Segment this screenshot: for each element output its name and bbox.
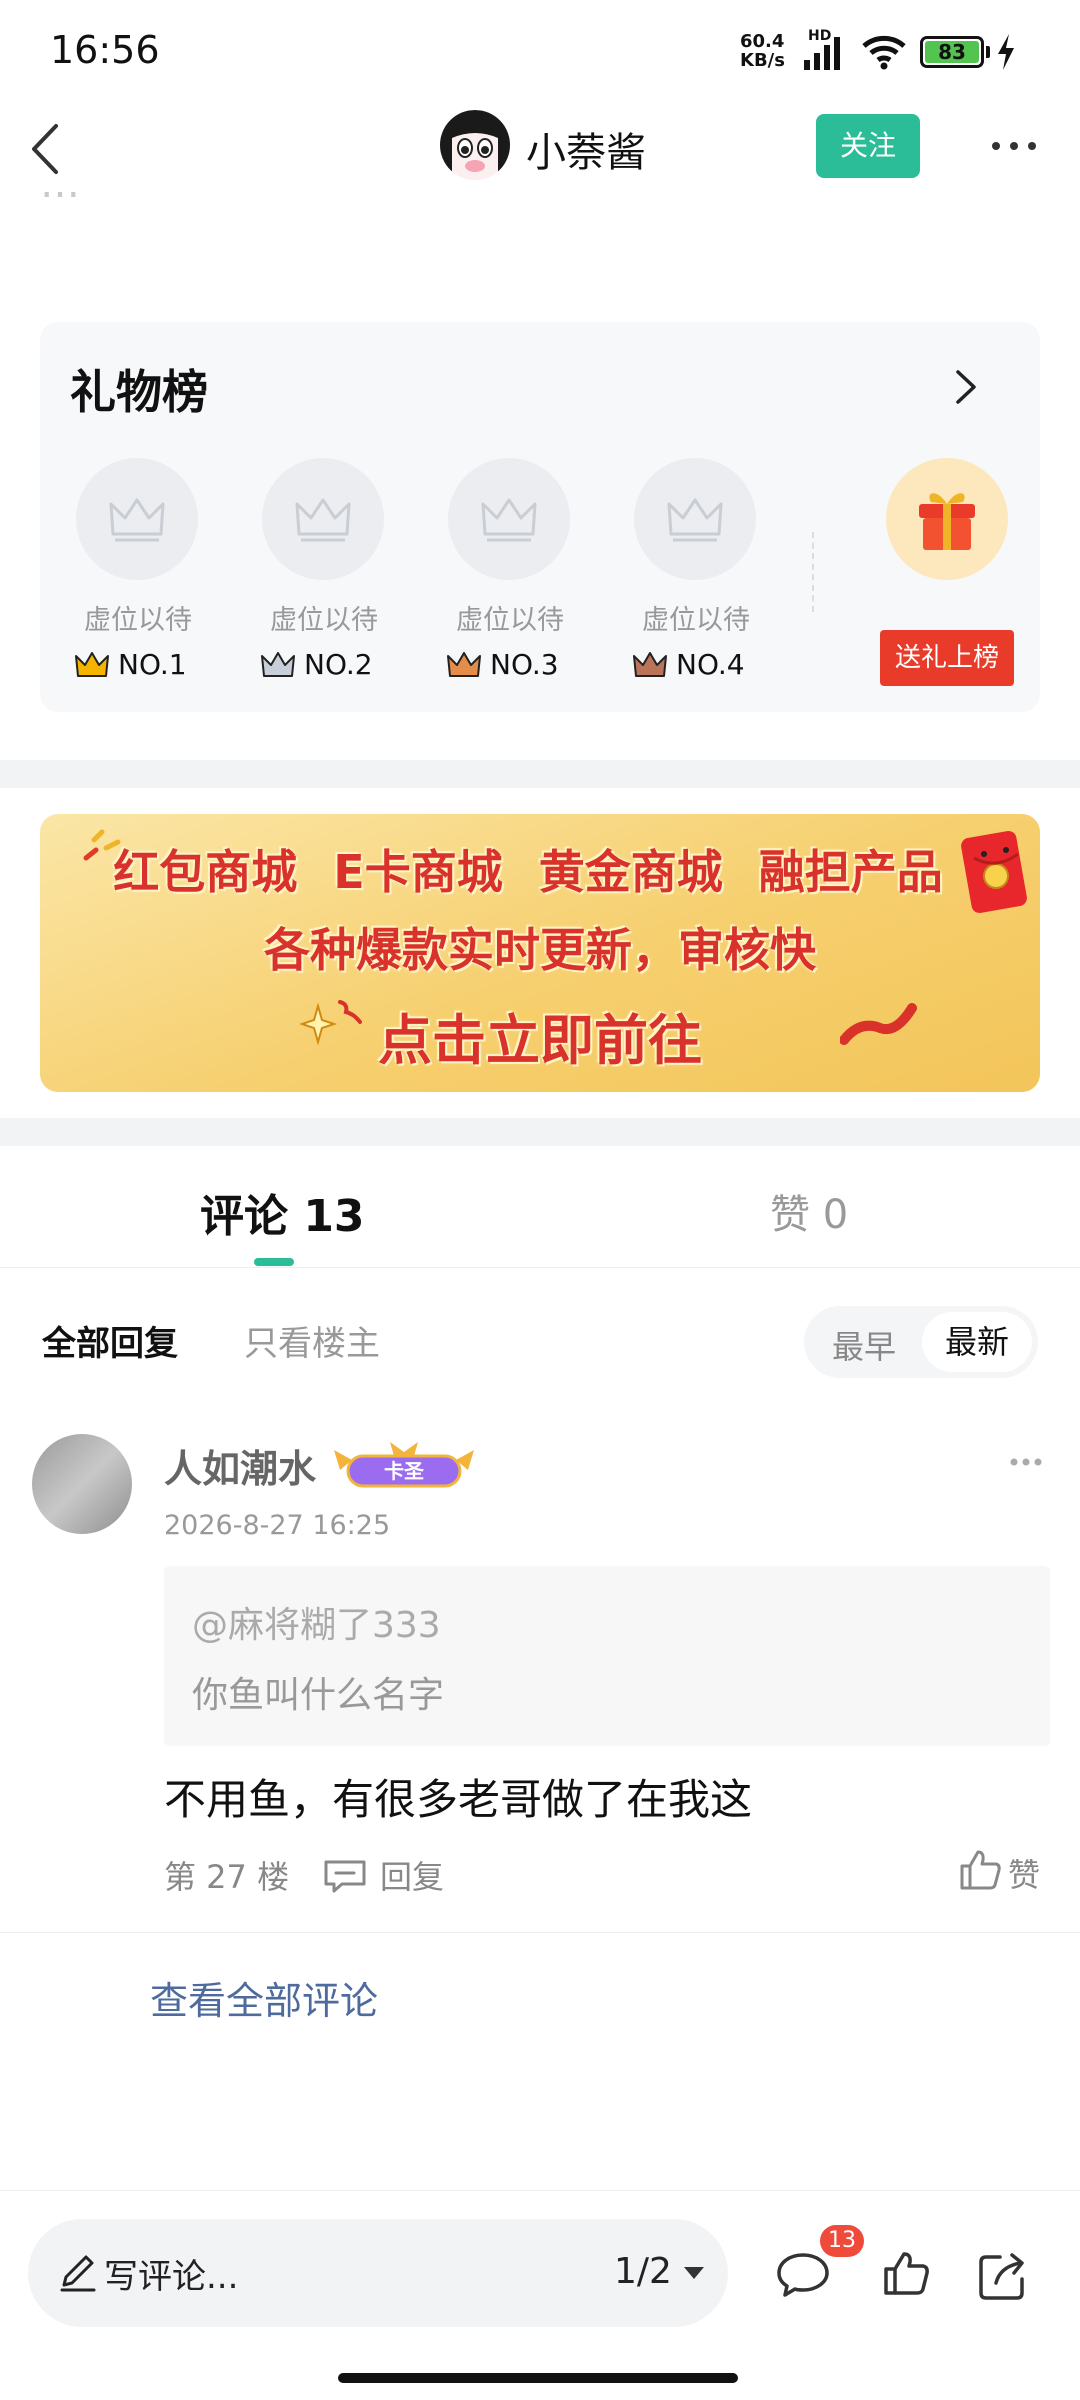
gift-board-title: 礼物榜 (70, 365, 208, 419)
empty-slot-circle (262, 458, 384, 580)
status-bar: 16:56 60.4 KB/s HD 83 (0, 0, 1080, 100)
gift-box-icon (919, 493, 975, 550)
comment-divider (0, 1932, 1080, 1933)
write-comment-input[interactable]: 写评论... 1/2 (28, 2219, 728, 2327)
wifi-icon (862, 35, 906, 70)
comment-count-badge: 13 (820, 2225, 864, 2257)
ribbon-icon (840, 1003, 917, 1045)
gift-slot-rank: NO.4 (632, 648, 782, 681)
battery-cap (986, 46, 990, 58)
sort-toggle: 最早 最新 (804, 1306, 1038, 1378)
more-icon[interactable] (984, 124, 1044, 168)
gift-slot-rank: NO.3 (446, 648, 596, 681)
home-indicator[interactable] (338, 2373, 738, 2383)
tab-comments[interactable]: 评论 13 (200, 1180, 365, 1244)
comment-floor: 第 27 楼 (164, 1858, 290, 1896)
user-badge-label: 卡圣 (384, 1459, 425, 1483)
comment-icon[interactable] (776, 2251, 830, 2299)
quoted-text: 你鱼叫什么名字 (192, 1675, 445, 1716)
crown-silver-icon (261, 652, 295, 677)
battery-level: 83 (925, 41, 979, 63)
red-envelope-icon (961, 830, 1027, 914)
crown-outline-icon (481, 498, 537, 542)
author-avatar[interactable] (440, 110, 510, 180)
share-icon[interactable] (976, 2249, 1030, 2303)
page-indicator[interactable]: 1/2 (614, 2251, 672, 2292)
caret-down-icon[interactable] (682, 2265, 706, 2281)
banner-line-1: 红包商城 E卡商城 黄金商城 融担产品 (113, 845, 943, 899)
gift-board: 礼物榜 虚位以待 NO.1 虚位以待 NO.2 虚位以待 NO.3 虚位以待 N… (40, 322, 1040, 712)
charging-icon (998, 34, 1014, 70)
section-separator (0, 760, 1080, 788)
crown-bronze-icon (447, 652, 481, 677)
commenter-avatar[interactable] (32, 1434, 132, 1534)
quoted-reply[interactable]: @麻将糊了333 你鱼叫什么名字 (164, 1566, 1050, 1746)
crown-outline-icon (295, 498, 351, 542)
bottom-action-bar: 写评论... 1/2 13 (0, 2190, 1080, 2400)
gift-box-button[interactable] (886, 458, 1008, 580)
gift-slot-label: 虚位以待 (270, 605, 378, 636)
star-icon (300, 1000, 362, 1046)
quoted-user[interactable]: @麻将糊了333 (192, 1596, 441, 1648)
view-all-comments-link[interactable]: 查看全部评论 (150, 1970, 378, 2025)
post-text-fragment: … (40, 186, 1040, 226)
banner-line-2: 各种爆款实时更新，审核快 (264, 923, 816, 977)
gift-slot-label: 虚位以待 (84, 605, 192, 636)
commenter-name[interactable]: 人如潮水 (164, 1438, 316, 1493)
section-separator (0, 1118, 1080, 1146)
net-speed-unit: KB/s (740, 50, 785, 71)
comment-more-icon[interactable] (1008, 1454, 1044, 1470)
filter-op-only[interactable]: 只看楼主 (244, 1316, 380, 1365)
crown-brown-icon (633, 652, 667, 677)
net-speed-value: 60.4 (740, 31, 785, 52)
chevron-right-icon[interactable] (946, 362, 986, 412)
send-gift-button[interactable]: 送礼上榜 (880, 630, 1014, 686)
crown-outline-icon (667, 498, 723, 542)
empty-slot-circle (76, 458, 198, 580)
user-badge: 卡圣 (334, 1442, 474, 1488)
author-name[interactable]: 小萘酱 (526, 120, 646, 178)
empty-slot-circle (634, 458, 756, 580)
sort-earliest[interactable]: 最早 (832, 1322, 896, 1368)
reply-icon (324, 1860, 366, 1893)
gift-slot-rank: NO.1 (74, 648, 224, 681)
back-icon[interactable] (24, 114, 84, 184)
battery-icon: 83 (920, 36, 984, 68)
gift-board-divider (812, 532, 814, 612)
comment-time: 2026-8-27 16:25 (164, 1510, 391, 1541)
tab-likes[interactable]: 赞 0 (770, 1182, 848, 1240)
reply-button[interactable]: 回复 (322, 1852, 444, 1898)
avatar-image (440, 110, 510, 180)
gift-slot-label: 虚位以待 (642, 605, 750, 636)
crown-outline-icon (109, 498, 165, 542)
follow-button[interactable]: 关注 (816, 114, 920, 178)
gift-slot-label: 虚位以待 (456, 605, 564, 636)
gift-slot-rank: NO.2 (260, 648, 410, 681)
write-comment-placeholder: 写评论... (104, 2257, 239, 2297)
like-icon[interactable] (882, 2249, 930, 2297)
thumbs-up-icon (960, 1850, 1001, 1890)
filter-all-replies[interactable]: 全部回复 (42, 1316, 178, 1365)
comment-like-button[interactable]: 赞 (958, 1848, 1040, 1896)
tab-bar: 评论 13 赞 0 (0, 1148, 1080, 1268)
signal-icon (804, 37, 840, 70)
sort-newest[interactable]: 最新 (922, 1312, 1032, 1372)
pencil-icon (60, 2255, 96, 2292)
active-tab-indicator (254, 1258, 294, 1266)
status-time: 16:56 (50, 28, 160, 72)
crown-gold-icon (75, 652, 109, 677)
empty-slot-circle (448, 458, 570, 580)
comment-text: 不用鱼，有很多老哥做了在我这 (164, 1775, 753, 1824)
net-speed: 60.4 KB/s (740, 32, 785, 70)
promo-banner[interactable]: 红包商城 E卡商城 黄金商城 融担产品 各种爆款实时更新，审核快 点击立即前往 (40, 814, 1040, 1092)
